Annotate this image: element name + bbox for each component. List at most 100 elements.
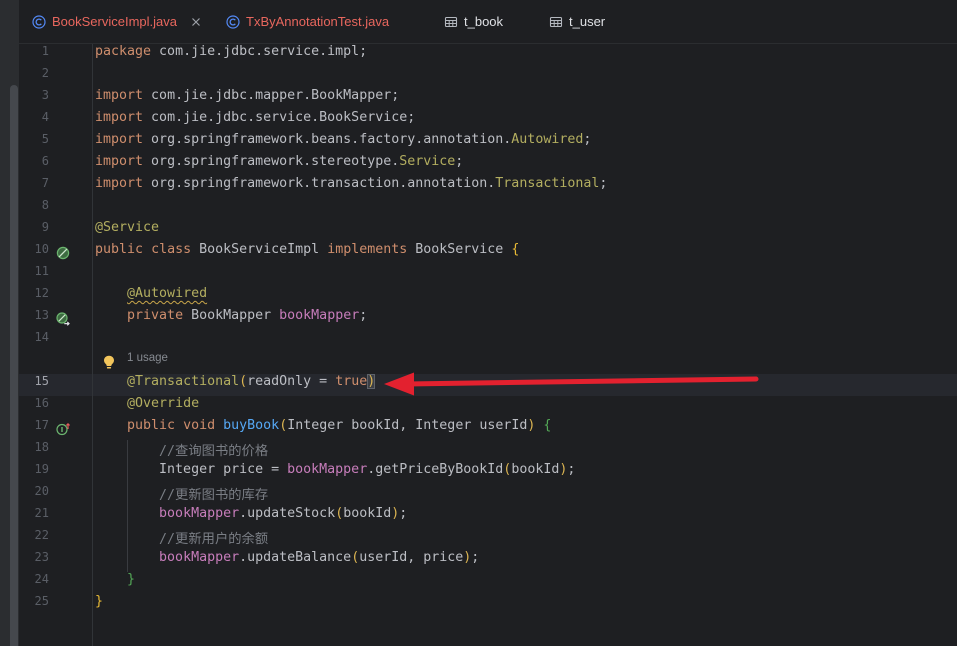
line-content[interactable] (95, 264, 957, 286)
line-number[interactable]: 16 (35, 396, 49, 410)
editor-tab-bookserviceimpl-java[interactable]: BookServiceImpl.java (20, 0, 215, 43)
code-token[interactable]: org.springframework.transaction.annotati… (143, 176, 495, 191)
code-token[interactable]: @Override (127, 396, 199, 411)
line-number[interactable]: 12 (35, 286, 49, 300)
line-number[interactable]: 7 (42, 176, 49, 190)
code-token[interactable]: .updateBalance (239, 550, 351, 565)
code-token[interactable] (95, 572, 127, 587)
line-content[interactable]: package com.jie.jdbc.service.impl; (95, 44, 957, 66)
lightbulb-icon[interactable] (103, 355, 115, 370)
line-number[interactable]: 6 (42, 154, 49, 168)
code-token[interactable]: Transactional (495, 176, 599, 191)
code-token[interactable]: ; (359, 308, 367, 323)
line-content[interactable]: import org.springframework.stereotype.Se… (95, 154, 957, 176)
line-number[interactable]: 15 (35, 374, 49, 388)
code-token[interactable]: @Autowired (127, 286, 207, 301)
code-token[interactable]: BookServiceImpl (191, 242, 327, 257)
code-token[interactable]: { (543, 418, 551, 433)
code-token[interactable]: void (183, 418, 215, 433)
line-content[interactable]: } (95, 594, 957, 616)
line-content[interactable]: //查询图书的价格 (95, 440, 957, 462)
line-content[interactable] (95, 198, 957, 220)
line-content[interactable]: import com.jie.jdbc.service.BookService; (95, 110, 957, 132)
code-token[interactable]: ; (455, 154, 463, 169)
editor-tab-t-user[interactable]: t_user (537, 0, 617, 43)
line-content[interactable]: } (95, 572, 957, 594)
code-token[interactable]: Service (399, 154, 455, 169)
code-token[interactable]: import (95, 132, 143, 147)
code-token[interactable] (95, 308, 127, 323)
line-number[interactable]: 23 (35, 550, 49, 564)
code-token[interactable]: package (95, 44, 151, 59)
code-token[interactable]: implements (327, 242, 407, 257)
code-token[interactable]: true (335, 374, 367, 389)
line-number[interactable]: 14 (35, 330, 49, 344)
code-token[interactable]: import (95, 110, 143, 125)
code-token[interactable]: ; (471, 550, 479, 565)
autowired-navigation-icon[interactable] (56, 312, 70, 326)
inlay-area[interactable]: 1 usage (95, 352, 957, 374)
code-token[interactable]: ( (335, 506, 343, 521)
line-number[interactable]: 18 (35, 440, 49, 454)
code-token[interactable]: //查询图书的价格 (159, 444, 268, 459)
line-content[interactable]: @Transactional(readOnly = true) (95, 374, 957, 396)
line-number[interactable]: 9 (42, 220, 49, 234)
code-token[interactable]: bookId (343, 506, 391, 521)
line-number[interactable]: 3 (42, 88, 49, 102)
line-number[interactable]: 21 (35, 506, 49, 520)
code-token[interactable]: .getPriceByBookId (367, 462, 503, 477)
code-token[interactable]: ( (239, 374, 247, 389)
code-token[interactable]: //更新图书的库存 (159, 488, 268, 503)
code-token[interactable] (175, 418, 183, 433)
code-token[interactable]: Integer bookId, Integer userId (287, 418, 527, 433)
line-content[interactable]: @Autowired (95, 286, 957, 308)
line-number[interactable]: 1 (42, 44, 49, 58)
code-token[interactable]: ( (279, 418, 287, 433)
code-token[interactable]: public (95, 242, 143, 257)
editor-tab-txbyannotationtest-java[interactable]: TxByAnnotationTest.java (214, 0, 401, 43)
code-token[interactable]: public (127, 418, 175, 433)
code-token[interactable]: readOnly = (247, 374, 335, 389)
code-token[interactable]: import (95, 154, 143, 169)
line-number[interactable]: 25 (35, 594, 49, 608)
code-token[interactable]: ; (583, 132, 591, 147)
code-token[interactable]: ; (567, 462, 575, 477)
line-content[interactable]: private BookMapper bookMapper; (95, 308, 957, 330)
line-number[interactable]: 10 (35, 242, 49, 256)
code-token[interactable]: buyBook (223, 418, 279, 433)
line-number[interactable]: 17 (35, 418, 49, 432)
code-token[interactable] (215, 418, 223, 433)
code-token[interactable]: userId, price (359, 550, 463, 565)
line-number[interactable]: 4 (42, 110, 49, 124)
line-number[interactable]: 19 (35, 462, 49, 476)
code-token[interactable]: BookService (407, 242, 511, 257)
code-token[interactable]: bookMapper (159, 506, 239, 521)
code-token[interactable] (95, 374, 127, 389)
code-token[interactable]: bookMapper (279, 308, 359, 323)
code-token[interactable]: } (127, 572, 135, 587)
code-token[interactable]: com.jie.jdbc.service.BookService; (143, 110, 415, 125)
implementing-method-icon[interactable] (56, 422, 70, 436)
line-content[interactable]: public void buyBook(Integer bookId, Inte… (95, 418, 957, 440)
line-content[interactable]: import org.springframework.transaction.a… (95, 176, 957, 198)
code-token[interactable]: Integer price = (95, 462, 287, 477)
line-number[interactable]: 11 (35, 264, 49, 278)
line-content[interactable]: //更新图书的库存 (95, 484, 957, 506)
code-token[interactable]: bookMapper (287, 462, 367, 477)
code-token[interactable] (95, 286, 127, 301)
code-token[interactable]: org.springframework.stereotype. (143, 154, 399, 169)
line-content[interactable]: @Override (95, 396, 957, 418)
line-number[interactable]: 20 (35, 484, 49, 498)
code-token[interactable]: ; (399, 506, 407, 521)
line-number[interactable]: 24 (35, 572, 49, 586)
code-token[interactable]: ) (367, 374, 376, 389)
line-content[interactable]: public class BookServiceImpl implements … (95, 242, 957, 264)
line-content[interactable]: //更新用户的余额 (95, 528, 957, 550)
line-content[interactable]: @Service (95, 220, 957, 242)
editor-tab-t-book[interactable]: t_book (432, 0, 515, 43)
line-number[interactable]: 2 (42, 66, 49, 80)
code-token[interactable]: @Transactional (127, 374, 239, 389)
code-token[interactable]: com.jie.jdbc.service.impl; (151, 44, 367, 59)
code-token[interactable] (95, 418, 127, 433)
code-token[interactable] (95, 396, 127, 411)
